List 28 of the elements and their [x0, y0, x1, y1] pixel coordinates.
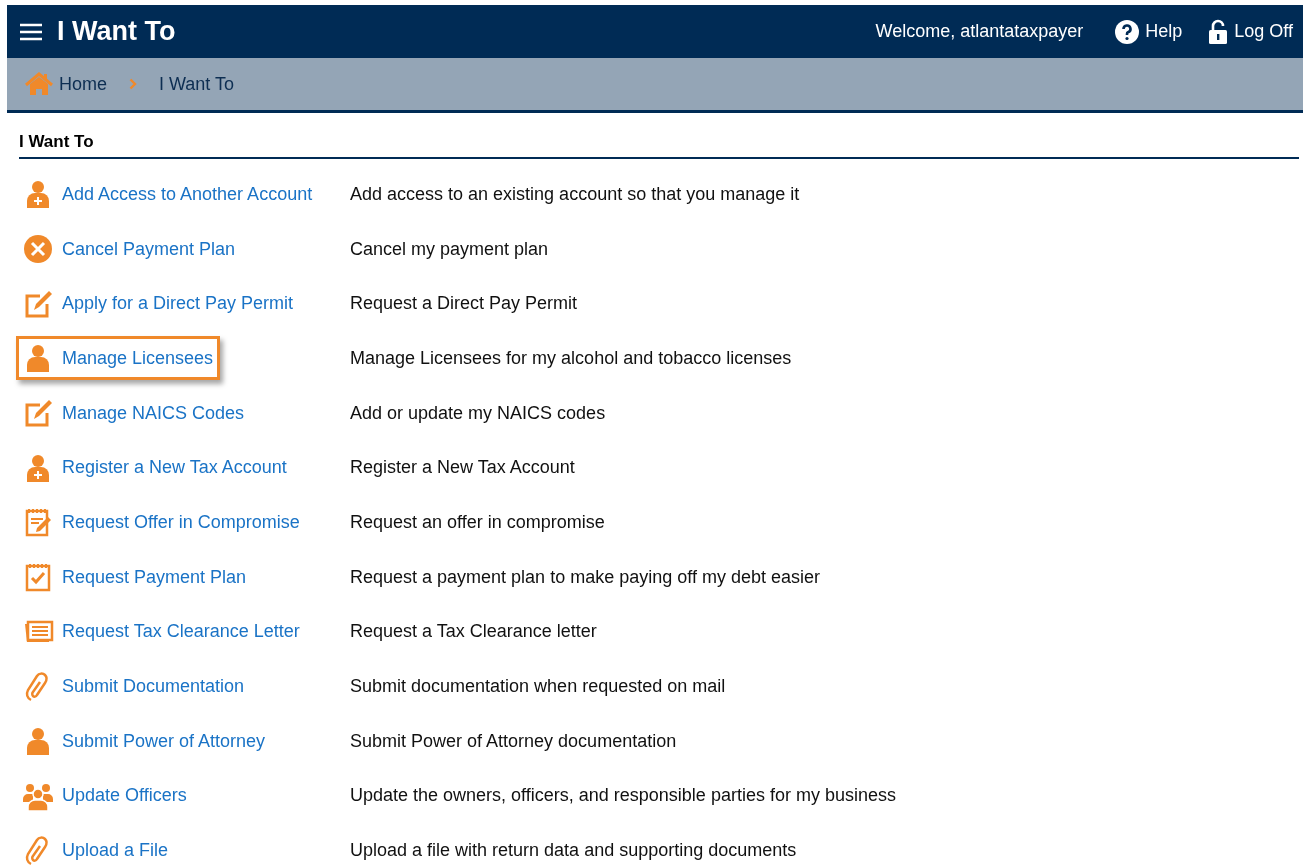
action-description: Manage Licensees for my alcohol and tobacco licenses: [350, 347, 792, 369]
action-description: Request a payment plan to make paying off my debt easier: [350, 566, 820, 588]
action-description: Cancel my payment plan: [350, 238, 549, 260]
menu-button[interactable]: [19, 21, 43, 42]
help-icon: [1115, 19, 1140, 44]
action-description: Register a New Tax Account: [350, 457, 575, 479]
section-heading: I Want To: [19, 132, 1299, 159]
lock-icon: [1208, 18, 1229, 45]
action-description: Request a Tax Clearance letter: [350, 621, 597, 643]
action-description: Submit documentation when requested on mail: [350, 676, 726, 698]
welcome-text: Welcome, atlantataxpayer: [875, 21, 1084, 42]
log-off-link[interactable]: Log Off: [1208, 18, 1293, 45]
action-description: Submit Power of Attorney documentation: [350, 730, 677, 752]
breadcrumb-link[interactable]: I Want To: [159, 73, 235, 95]
breadcrumb-link[interactable]: Home: [25, 72, 107, 96]
action-description: Add access to an existing account so that you manage it: [350, 183, 800, 205]
chevron-icon: [129, 78, 137, 90]
action-description: Upload a file with return data and supporting documents: [350, 840, 797, 862]
page-title: I Want To: [57, 16, 177, 47]
action-description: Request a Direct Pay Permit: [350, 293, 578, 315]
menu-icon: [19, 21, 43, 42]
cancel-icon: [22, 233, 54, 266]
action-link[interactable]: Manage Licensees: [16, 336, 221, 381]
home-icon: [25, 72, 53, 96]
action-description: Add or update my NAICS codes: [350, 402, 606, 424]
help-link[interactable]: Help: [1115, 19, 1183, 44]
action-description: Update the owners, officers, and responsible parties for my business: [350, 785, 896, 807]
action-description: Request an offer in compromise: [350, 511, 605, 533]
